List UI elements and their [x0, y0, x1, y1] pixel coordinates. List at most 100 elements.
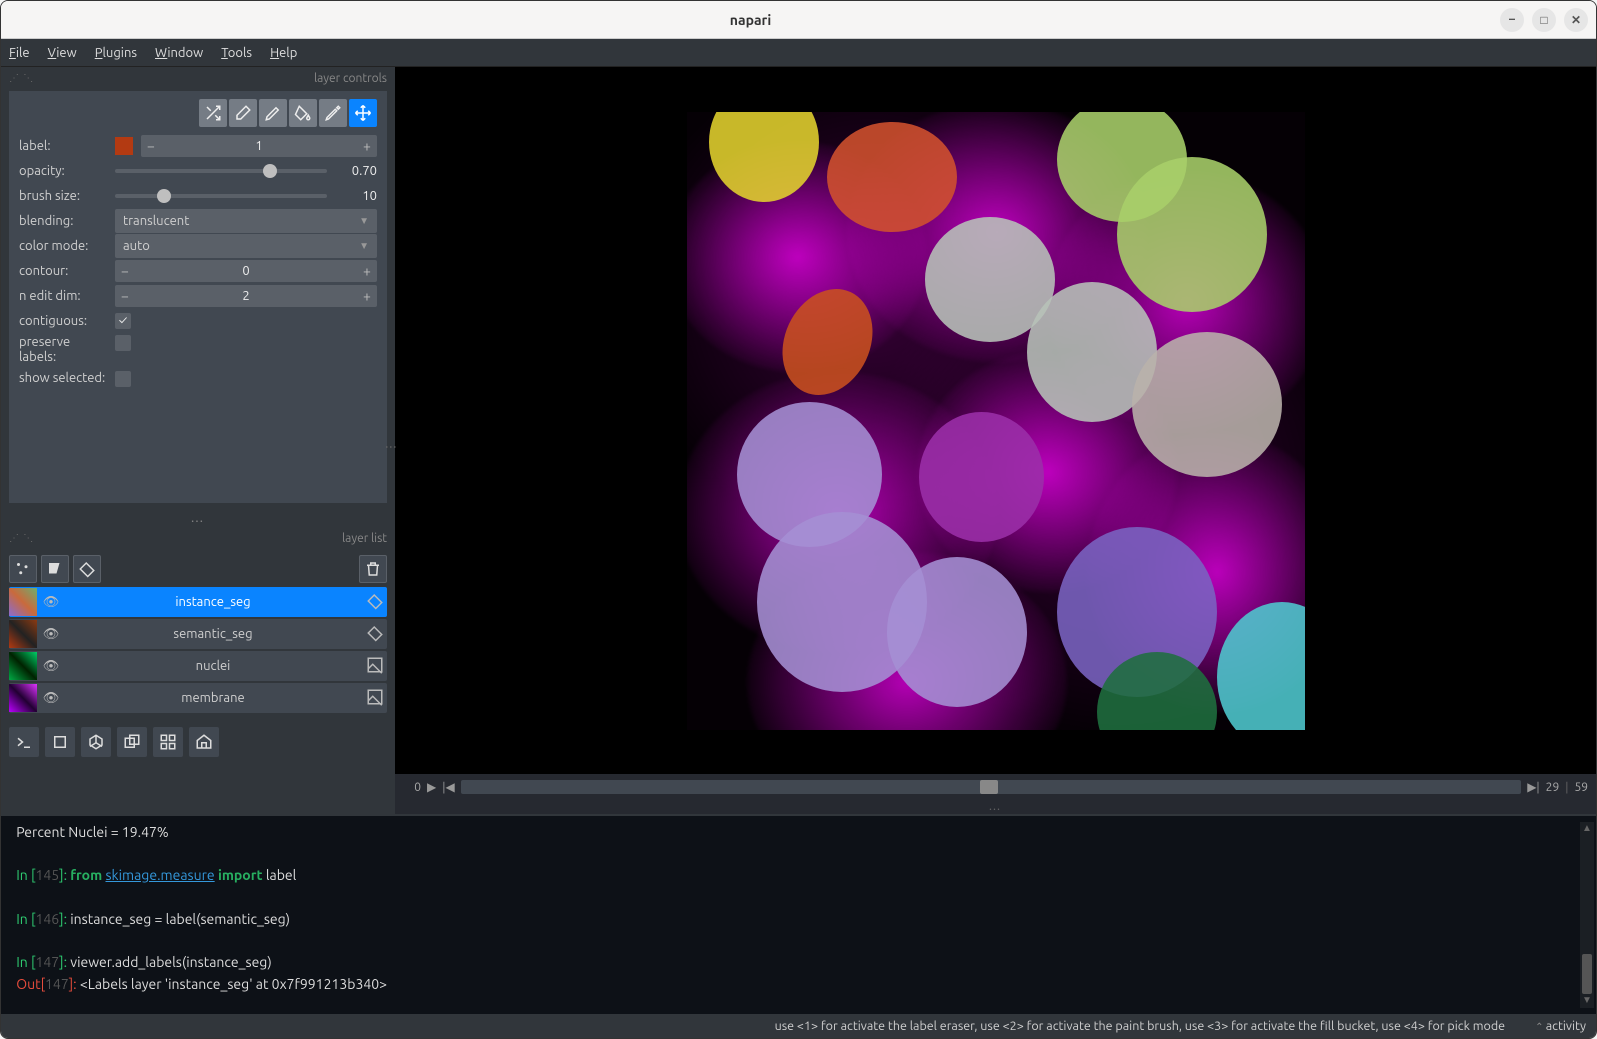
menubar: File View Plugins Window Tools Help — [1, 39, 1596, 67]
blending-select[interactable]: translucent ▼ — [115, 209, 377, 233]
labels-type-icon — [363, 624, 387, 645]
label-decrement[interactable]: − — [141, 138, 161, 154]
label-label: label: — [19, 139, 107, 153]
scroll-up-icon[interactable]: ▲ — [1580, 822, 1594, 836]
layer-controls-panel: label: − 1 + opacity: 0.70 b — [9, 91, 387, 503]
menu-help[interactable]: Help — [270, 46, 297, 60]
labels-type-icon — [363, 592, 387, 613]
opacity-label: opacity: — [19, 164, 107, 178]
window-title: napari — [1, 12, 1500, 28]
menu-view[interactable]: View — [48, 46, 77, 60]
label-color-swatch[interactable] — [115, 137, 133, 155]
left-sidebar: ⋰ ⋱ layer controls label: − — [1, 67, 395, 814]
roll-dims-button[interactable] — [81, 727, 111, 757]
layer-item-nuclei[interactable]: 👁 nuclei — [9, 651, 387, 681]
brush-size-slider[interactable] — [115, 185, 327, 207]
visibility-toggle-icon[interactable]: 👁 — [39, 659, 63, 674]
label-increment[interactable]: + — [357, 138, 377, 154]
opacity-value: 0.70 — [335, 164, 377, 178]
layer-name: semantic_seg — [63, 627, 363, 641]
layer-thumbnail — [9, 620, 37, 648]
scroll-down-icon[interactable]: ▼ — [1580, 994, 1594, 1008]
contiguous-label: contiguous: — [19, 314, 107, 328]
color-picker-button[interactable] — [319, 99, 347, 127]
panel-resize-handle[interactable]: … — [1, 509, 395, 527]
shuffle-colors-button[interactable] — [199, 99, 227, 127]
horizontal-resize-handle[interactable]: … — [395, 800, 1596, 814]
play-button[interactable]: ▶ — [427, 780, 436, 794]
menu-window[interactable]: Window — [155, 46, 203, 60]
layer-name: membrane — [63, 691, 363, 705]
menu-file[interactable]: File — [9, 46, 30, 60]
close-button[interactable]: ✕ — [1564, 8, 1588, 32]
layer-list-title: layer list — [342, 532, 387, 545]
toggle-console-button[interactable] — [9, 727, 39, 757]
maximize-button[interactable]: □ — [1532, 8, 1556, 32]
visibility-toggle-icon[interactable]: 👁 — [39, 691, 63, 706]
frame-slider[interactable] — [461, 780, 1522, 794]
transpose-dims-button[interactable] — [117, 727, 147, 757]
colormode-value: auto — [123, 239, 150, 253]
chevron-down-icon: ▼ — [359, 240, 369, 252]
layer-item-membrane[interactable]: 👁 membrane — [9, 683, 387, 713]
console-scrollbar[interactable]: ▲ ▼ — [1580, 822, 1594, 1008]
contour-increment[interactable]: + — [357, 263, 377, 279]
dock-handle-icon[interactable]: ⋰ ⋱ — [9, 532, 34, 544]
nedit-increment[interactable]: + — [357, 288, 377, 304]
show-selected-checkbox[interactable] — [115, 371, 131, 387]
contour-spinbox[interactable]: − 0 + — [115, 260, 377, 282]
visibility-toggle-icon[interactable]: 👁 — [39, 627, 63, 642]
delete-layer-button[interactable] — [359, 555, 387, 583]
layer-thumbnail — [9, 652, 37, 680]
frame-total: 59 — [1574, 781, 1588, 794]
colormode-select[interactable]: auto ▼ — [115, 234, 377, 258]
reset-view-button[interactable] — [189, 727, 219, 757]
fill-bucket-button[interactable] — [289, 99, 317, 127]
vertical-resize-handle[interactable]: ⋮ — [383, 441, 397, 455]
contour-label: contour: — [19, 264, 107, 278]
viewer-canvas[interactable] — [395, 67, 1596, 774]
brush-size-label: brush size: — [19, 189, 107, 203]
image-type-icon — [363, 656, 387, 677]
layer-controls-header: ⋰ ⋱ layer controls — [1, 67, 395, 89]
menu-plugins[interactable]: Plugins — [95, 46, 137, 60]
step-back-button[interactable]: |◀ — [442, 780, 454, 794]
layer-thumbnail — [9, 684, 37, 712]
pan-zoom-button[interactable] — [349, 99, 377, 127]
frame-current: 29 — [1546, 781, 1560, 794]
blending-value: translucent — [123, 214, 189, 228]
statusbar: use <1> for activate the label eraser, u… — [1, 1014, 1596, 1038]
contour-value: 0 — [135, 264, 357, 278]
layer-name: nuclei — [63, 659, 363, 673]
ipython-console[interactable]: Percent Nuclei = 19.47% In [145]: from s… — [1, 814, 1596, 1014]
nedit-value: 2 — [135, 289, 357, 303]
layer-list-panel: 👁 instance_seg 👁 semantic_seg 👁 nuclei — [9, 551, 387, 715]
eraser-button[interactable] — [229, 99, 257, 127]
preserve-labels-checkbox[interactable] — [115, 335, 131, 351]
layer-item-semantic-seg[interactable]: 👁 semantic_seg — [9, 619, 387, 649]
opacity-slider[interactable] — [115, 160, 327, 182]
new-shapes-layer-button[interactable] — [41, 555, 69, 583]
titlebar: napari – □ ✕ — [1, 1, 1596, 39]
menu-tools[interactable]: Tools — [221, 46, 252, 60]
minimize-button[interactable]: – — [1500, 8, 1524, 32]
contiguous-checkbox[interactable]: ✓ — [115, 313, 131, 329]
layer-item-instance-seg[interactable]: 👁 instance_seg — [9, 587, 387, 617]
activity-button[interactable]: activity — [1535, 1019, 1586, 1033]
step-forward-button[interactable]: ▶| — [1527, 780, 1539, 794]
toggle-2d3d-button[interactable] — [45, 727, 75, 757]
new-labels-layer-button[interactable] — [73, 555, 101, 583]
nedit-decrement[interactable]: − — [115, 288, 135, 304]
show-selected-label: show selected: — [19, 371, 107, 386]
console-output: Percent Nuclei = 19.47% — [16, 824, 168, 840]
paint-brush-button[interactable] — [259, 99, 287, 127]
brush-size-value: 10 — [335, 189, 377, 203]
grid-mode-button[interactable] — [153, 727, 183, 757]
visibility-toggle-icon[interactable]: 👁 — [39, 595, 63, 610]
preserve-labels-label: preserve labels: — [19, 335, 107, 365]
label-spinbox[interactable]: − 1 + — [141, 135, 377, 157]
nedit-spinbox[interactable]: − 2 + — [115, 285, 377, 307]
contour-decrement[interactable]: − — [115, 263, 135, 279]
dock-handle-icon[interactable]: ⋰ ⋱ — [9, 72, 34, 84]
new-points-layer-button[interactable] — [9, 555, 37, 583]
